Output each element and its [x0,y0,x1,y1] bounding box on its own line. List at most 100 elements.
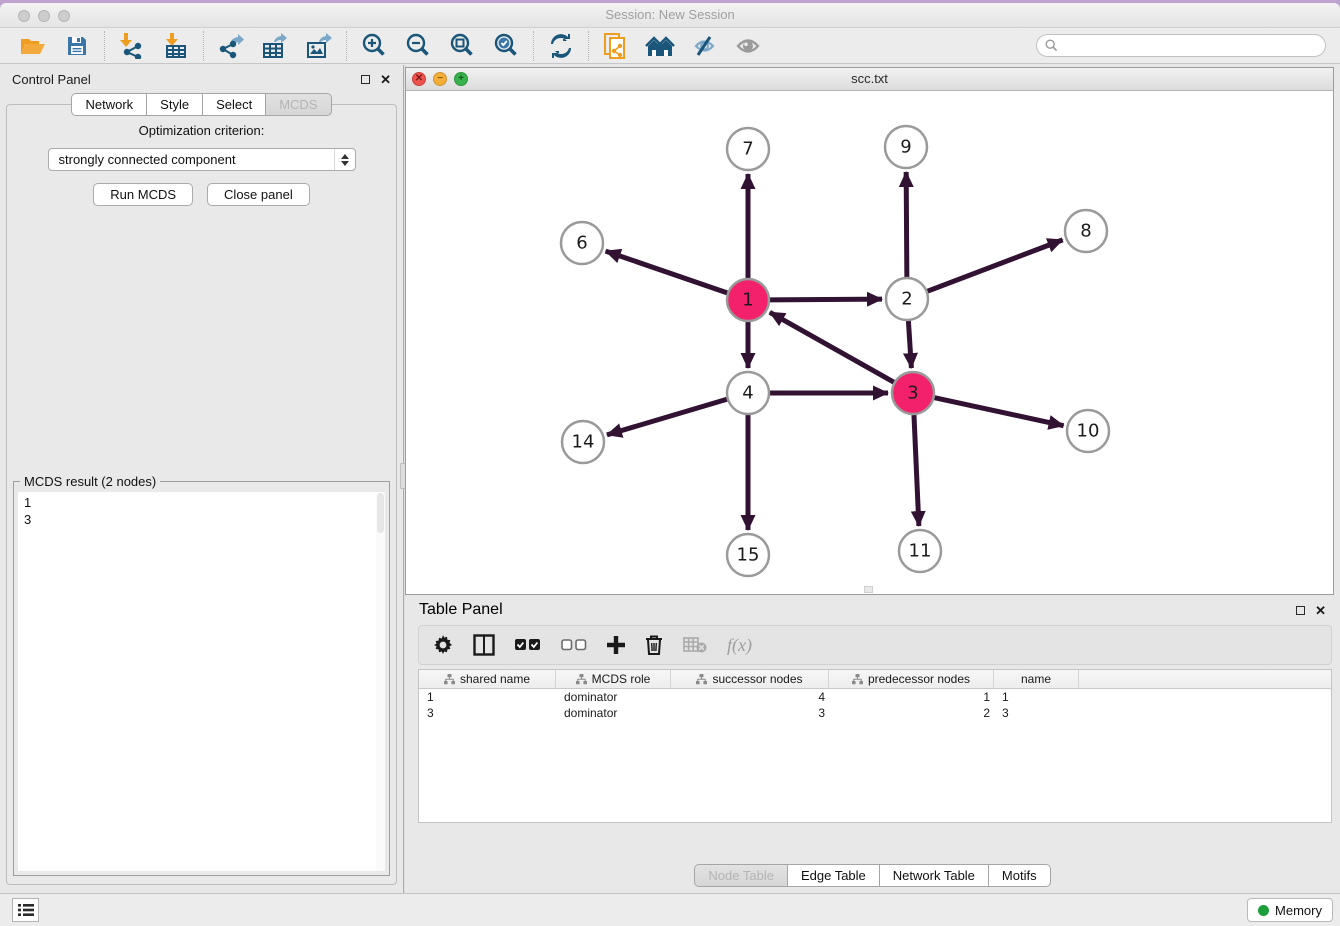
clone-network-icon[interactable] [601,32,631,60]
frame-maximize-icon[interactable]: + [454,72,468,86]
delete-table-icon[interactable] [683,631,707,659]
first-neighbors-icon[interactable] [645,32,675,60]
memory-status-icon [1258,905,1269,916]
save-icon[interactable] [62,32,92,60]
deselect-all-icon[interactable] [561,631,587,659]
import-table-icon[interactable] [161,32,191,60]
edge-1-6[interactable] [606,251,728,293]
network-window-titlebar[interactable]: ✕ − + scc.txt [406,68,1333,91]
frame-close-icon[interactable]: ✕ [412,72,426,86]
edge-4-14[interactable] [607,399,727,435]
add-column-icon[interactable] [607,631,625,659]
status-bar: Memory [0,893,1340,926]
graph-node-8[interactable]: 8 [1065,210,1107,252]
table-settings-icon[interactable] [433,631,453,659]
tab-node-table[interactable]: Node Table [694,864,788,887]
zoom-selected-icon[interactable] [491,32,521,60]
edge-2-3[interactable] [908,321,911,368]
table-cell: 1 [829,689,994,705]
edge-3-11[interactable] [914,415,919,526]
close-panel-icon[interactable]: ✕ [380,73,391,86]
refresh-layout-icon[interactable] [546,32,576,60]
hide-selected-icon[interactable] [689,32,719,60]
run-mcds-button[interactable]: Run MCDS [93,183,193,206]
zoom-window-button[interactable] [58,10,70,22]
float-panel-icon[interactable] [361,75,370,84]
graph-node-4[interactable]: 4 [727,372,769,414]
network-graph[interactable]: 7 9 6 8 1 2 4 3 14 10 15 11 [406,91,1333,594]
tab-style[interactable]: Style [147,93,203,116]
tab-motifs[interactable]: Motifs [989,864,1051,887]
search-input[interactable] [1063,39,1317,53]
float-table-panel-icon[interactable] [1296,606,1305,615]
edge-3-10[interactable] [934,398,1063,426]
memory-button[interactable]: Memory [1247,898,1333,922]
table-panel: Table Panel ✕ [405,597,1340,893]
edge-2-9[interactable] [906,172,907,277]
zoom-fit-icon[interactable] [447,32,477,60]
table-cell: 3 [994,705,1079,721]
graph-node-10[interactable]: 10 [1067,410,1109,452]
network-canvas[interactable]: 7 9 6 8 1 2 4 3 14 10 15 11 [406,91,1333,594]
list-icon [18,903,34,917]
search-field[interactable] [1036,34,1326,57]
search-icon [1045,39,1058,52]
function-builder-icon[interactable]: f(x) [727,631,752,659]
graph-node-7[interactable]: 7 [727,128,769,170]
tab-network-table[interactable]: Network Table [880,864,989,887]
tab-network[interactable]: Network [71,93,147,116]
show-all-icon[interactable] [733,32,763,60]
frame-resize-handle[interactable] [864,586,873,593]
column-header-predecessor-nodes[interactable]: predecessor nodes [829,670,994,688]
graph-node-6[interactable]: 6 [561,222,603,264]
table-row[interactable]: 1dominator411 [419,689,1331,705]
graph-node-15[interactable]: 15 [727,534,769,576]
graph-node-11[interactable]: 11 [899,530,941,572]
svg-text:14: 14 [572,432,595,453]
graph-node-2[interactable]: 2 [886,278,928,320]
frame-minimize-icon[interactable]: − [433,72,447,86]
graph-node-1[interactable]: 1 [727,279,769,321]
column-header-mcds-role[interactable]: MCDS role [556,670,671,688]
graph-node-14[interactable]: 14 [562,421,604,463]
tab-select[interactable]: Select [203,93,266,116]
tab-mcds[interactable]: MCDS [266,93,331,116]
mcds-result-area[interactable]: 1 3 [18,492,385,871]
select-all-icon[interactable] [515,631,541,659]
close-panel-button[interactable]: Close panel [207,183,310,206]
table-header-row[interactable]: shared nameMCDS rolesuccessor nodesprede… [419,670,1331,689]
svg-text:10: 10 [1077,421,1100,442]
graph-node-9[interactable]: 9 [885,126,927,168]
export-image-icon[interactable] [304,32,334,60]
control-panel-title: Control Panel [12,72,91,87]
export-table-icon[interactable] [260,32,290,60]
close-table-panel-icon[interactable]: ✕ [1315,604,1326,617]
close-window-button[interactable] [18,10,30,22]
edge-1-2[interactable] [770,299,882,300]
main-toolbar [0,28,1340,64]
mcds-result-title: MCDS result (2 nodes) [20,474,160,489]
mcds-result-text: 1 3 [18,492,385,528]
import-network-icon[interactable] [117,32,147,60]
zoom-in-icon[interactable] [359,32,389,60]
edge-3-1[interactable] [770,312,894,382]
zoom-out-icon[interactable] [403,32,433,60]
column-header-name[interactable]: name [994,670,1079,688]
column-header-successor-nodes[interactable]: successor nodes [671,670,829,688]
column-header-shared-name[interactable]: shared name [419,670,556,688]
graph-node-3[interactable]: 3 [892,372,934,414]
delete-column-icon[interactable] [645,631,663,659]
node-table[interactable]: shared nameMCDS rolesuccessor nodesprede… [418,669,1332,823]
column-panel-icon[interactable] [473,631,495,659]
minimize-window-button[interactable] [38,10,50,22]
window-controls[interactable] [18,10,70,22]
export-network-icon[interactable] [216,32,246,60]
result-scrollbar[interactable] [376,492,385,871]
table-row[interactable]: 3dominator323 [419,705,1331,721]
criterion-dropdown[interactable]: strongly connected component [48,148,356,171]
show-panels-button[interactable] [12,898,39,922]
control-panel-tabs: NetworkStyleSelectMCDS [0,93,403,116]
open-folder-icon[interactable] [18,32,48,60]
tab-edge-table[interactable]: Edge Table [788,864,880,887]
edge-2-8[interactable] [928,240,1063,291]
